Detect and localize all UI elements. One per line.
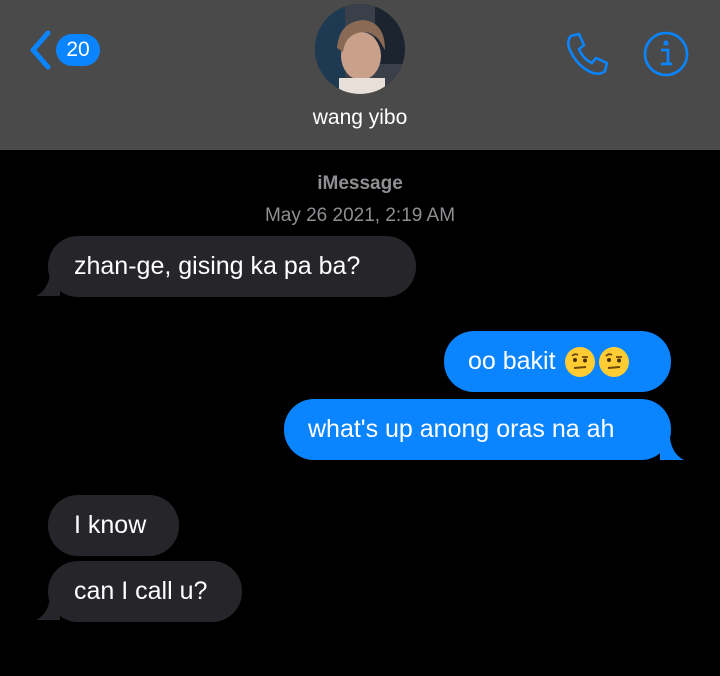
incoming-bubble-tail — [36, 598, 60, 620]
message-timestamp: May 26 2021, 2:19 AM — [264, 205, 456, 226]
message-text: what's up anong oras na ah — [308, 415, 615, 443]
contact-name[interactable]: wang yibo — [0, 106, 720, 130]
outgoing-message[interactable]: what's up anong oras na ah — [284, 399, 671, 460]
face-with-raised-eyebrow-icon — [598, 346, 629, 377]
incoming-message[interactable]: I know — [48, 495, 179, 556]
conversation-header: 20 wang yibo — [0, 0, 720, 150]
unread-count-badge: 20 — [56, 34, 100, 66]
back-button[interactable]: 20 — [28, 28, 100, 72]
outgoing-bubble-tail — [660, 438, 684, 460]
incoming-bubble-tail — [36, 274, 60, 296]
avatar-photo — [315, 4, 405, 94]
face-with-raised-eyebrow-icon — [564, 346, 595, 377]
incoming-message[interactable]: zhan-ge, gising ka pa ba? — [48, 236, 416, 297]
message-text: I know — [74, 511, 147, 539]
message-text: zhan-ge, gising ka pa ba? — [74, 252, 361, 280]
contact-avatar[interactable] — [315, 4, 405, 94]
phone-icon[interactable] — [563, 30, 611, 78]
outgoing-message[interactable]: oo bakit — [444, 331, 671, 392]
service-label: iMessage — [317, 173, 403, 194]
message-text: can I call u? — [74, 577, 208, 605]
chevron-left-icon — [30, 30, 51, 70]
info-icon[interactable] — [642, 30, 690, 78]
incoming-message[interactable]: can I call u? — [48, 561, 242, 622]
message-text: oo bakit — [468, 347, 556, 375]
